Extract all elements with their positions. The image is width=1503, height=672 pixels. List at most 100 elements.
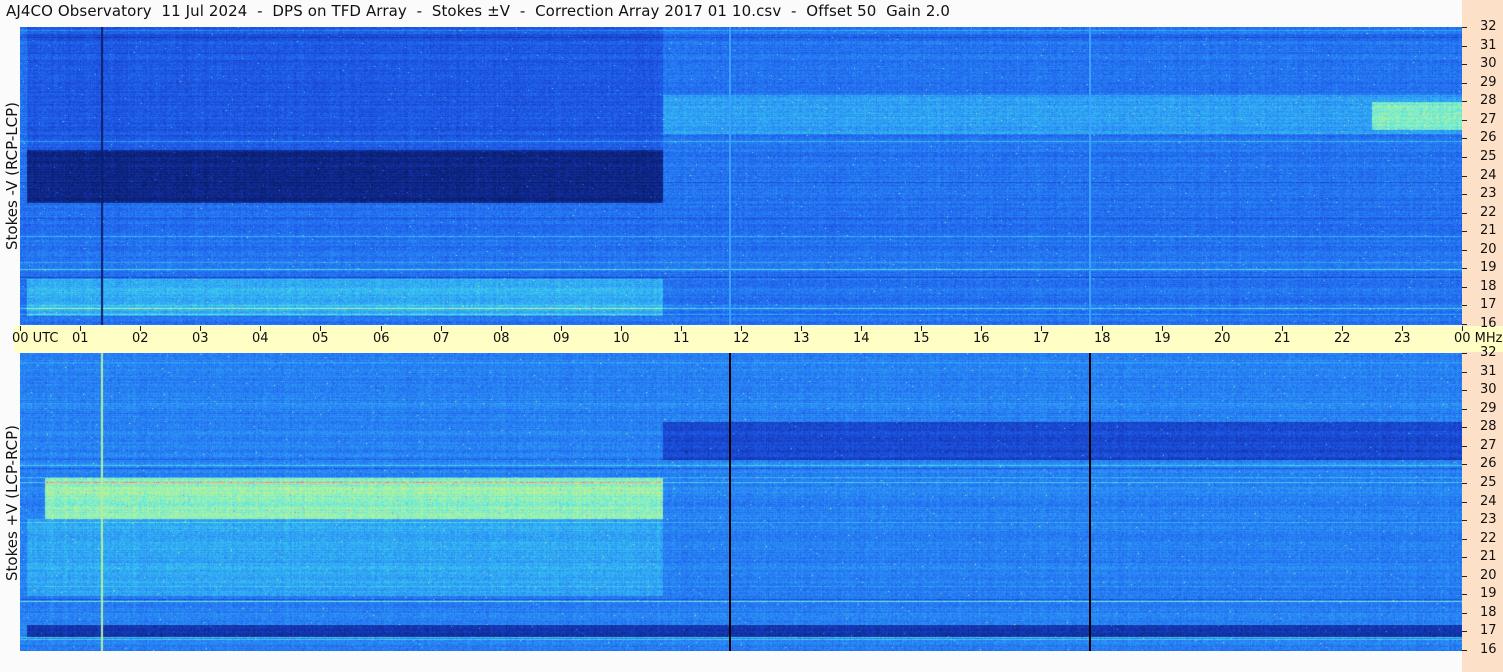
x-tick-label: 20	[1214, 331, 1231, 346]
x-tick-label: 00 MHz	[1454, 331, 1503, 346]
y-tick-mark	[1462, 390, 1467, 391]
x-tick-label: 00 UTC	[12, 331, 59, 346]
x-tick-label: 18	[1094, 331, 1111, 346]
y-tick-mark	[1462, 46, 1467, 47]
y-tick-mark	[1462, 372, 1467, 373]
x-tick-label: 23	[1394, 331, 1411, 346]
y-tick-mark	[1462, 231, 1467, 232]
y-tick-mark	[1462, 427, 1467, 428]
y-tick-label: 16	[1480, 642, 1497, 657]
x-tick-label: 10	[613, 331, 630, 346]
top-panel-ylabel: Stokes -V (RCP-LCP)	[3, 102, 21, 250]
spectrogram-top-canvas	[20, 27, 1462, 325]
y-tick-label: 22	[1480, 205, 1497, 220]
x-tick-label: 04	[252, 331, 269, 346]
marker-line-bottom-1	[1089, 353, 1092, 651]
y-tick-label: 19	[1480, 260, 1497, 275]
x-tick-label: 22	[1334, 331, 1351, 346]
y-tick-label: 24	[1480, 168, 1497, 183]
y-tick-mark	[1462, 250, 1467, 251]
y-tick-label: 29	[1480, 75, 1497, 90]
y-tick-label: 30	[1480, 382, 1497, 397]
x-tick-label: 16	[973, 331, 990, 346]
x-tick-label: 13	[793, 331, 810, 346]
y-tick-mark	[1462, 176, 1467, 177]
x-tick-label: 15	[913, 331, 930, 346]
y-tick-mark	[1462, 520, 1467, 521]
y-tick-label: 18	[1480, 605, 1497, 620]
y-tick-label: 30	[1480, 56, 1497, 71]
y-tick-label: 31	[1480, 364, 1497, 379]
y-tick-mark	[1462, 539, 1467, 540]
y-tick-label: 32	[1480, 345, 1497, 360]
y-tick-label: 29	[1480, 401, 1497, 416]
y-tick-mark	[1462, 650, 1467, 651]
y-tick-label: 18	[1480, 279, 1497, 294]
x-tick-label: 03	[192, 331, 209, 346]
y-tick-mark	[1462, 464, 1467, 465]
x-tick-label: 06	[373, 331, 390, 346]
x-tick-label: 11	[673, 331, 690, 346]
y-tick-mark	[1462, 213, 1467, 214]
y-tick-label: 28	[1480, 419, 1497, 434]
x-tick-label: 21	[1274, 331, 1291, 346]
y-tick-label: 26	[1480, 130, 1497, 145]
y-tick-label: 25	[1480, 475, 1497, 490]
x-tick-label: 08	[493, 331, 510, 346]
y-tick-label: 25	[1480, 149, 1497, 164]
y-tick-mark	[1462, 483, 1467, 484]
y-tick-label: 19	[1480, 586, 1497, 601]
spectrogram-top-stokes-minus-v	[20, 27, 1462, 325]
y-tick-label: 26	[1480, 456, 1497, 471]
y-tick-mark	[1462, 594, 1467, 595]
y-tick-label: 20	[1480, 568, 1497, 583]
x-tick-label: 14	[853, 331, 870, 346]
x-tick-label: 05	[312, 331, 329, 346]
y-tick-mark	[1462, 64, 1467, 65]
x-tick-label: 01	[72, 331, 89, 346]
y-tick-label: 27	[1480, 438, 1497, 453]
y-tick-mark	[1462, 138, 1467, 139]
y-tick-mark	[1462, 353, 1467, 354]
y-tick-label: 20	[1480, 242, 1497, 257]
y-tick-mark	[1462, 613, 1467, 614]
x-tick-label: 12	[733, 331, 750, 346]
y-tick-label: 21	[1480, 223, 1497, 238]
y-tick-mark	[1462, 446, 1467, 447]
y-tick-label: 23	[1480, 186, 1497, 201]
marker-line-bottom-0	[728, 353, 731, 651]
chart-title: AJ4CO Observatory 11 Jul 2024 - DPS on T…	[6, 2, 951, 20]
bottom-panel-ylabel: Stokes +V (LCP-RCP)	[3, 425, 21, 581]
y-tick-label: 16	[1480, 316, 1497, 331]
x-tick-label: 17	[1033, 331, 1050, 346]
y-tick-label: 17	[1480, 297, 1497, 312]
marker-line-top-0	[728, 27, 731, 325]
y-tick-mark	[1462, 157, 1467, 158]
y-tick-mark	[1462, 83, 1467, 84]
y-tick-label: 24	[1480, 494, 1497, 509]
x-tick-label: 07	[433, 331, 450, 346]
y-tick-mark	[1462, 194, 1467, 195]
x-tick-label: 09	[553, 331, 570, 346]
y-tick-mark	[1462, 324, 1467, 325]
y-tick-mark	[1462, 120, 1467, 121]
y-tick-label: 17	[1480, 623, 1497, 638]
y-tick-mark	[1462, 268, 1467, 269]
y-tick-label: 21	[1480, 549, 1497, 564]
x-tick-label: 19	[1154, 331, 1171, 346]
y-tick-mark	[1462, 27, 1467, 28]
y-tick-label: 27	[1480, 112, 1497, 127]
x-tick-label: 02	[132, 331, 149, 346]
y-tick-mark	[1462, 287, 1467, 288]
y-tick-mark	[1462, 557, 1467, 558]
y-tick-label: 32	[1480, 19, 1497, 34]
y-tick-label: 23	[1480, 512, 1497, 527]
y-tick-mark	[1462, 576, 1467, 577]
y-tick-label: 28	[1480, 93, 1497, 108]
y-tick-mark	[1462, 631, 1467, 632]
y-tick-label: 31	[1480, 38, 1497, 53]
y-tick-mark	[1462, 409, 1467, 410]
y-tick-label: 22	[1480, 531, 1497, 546]
y-tick-mark	[1462, 305, 1467, 306]
y-tick-mark	[1462, 502, 1467, 503]
